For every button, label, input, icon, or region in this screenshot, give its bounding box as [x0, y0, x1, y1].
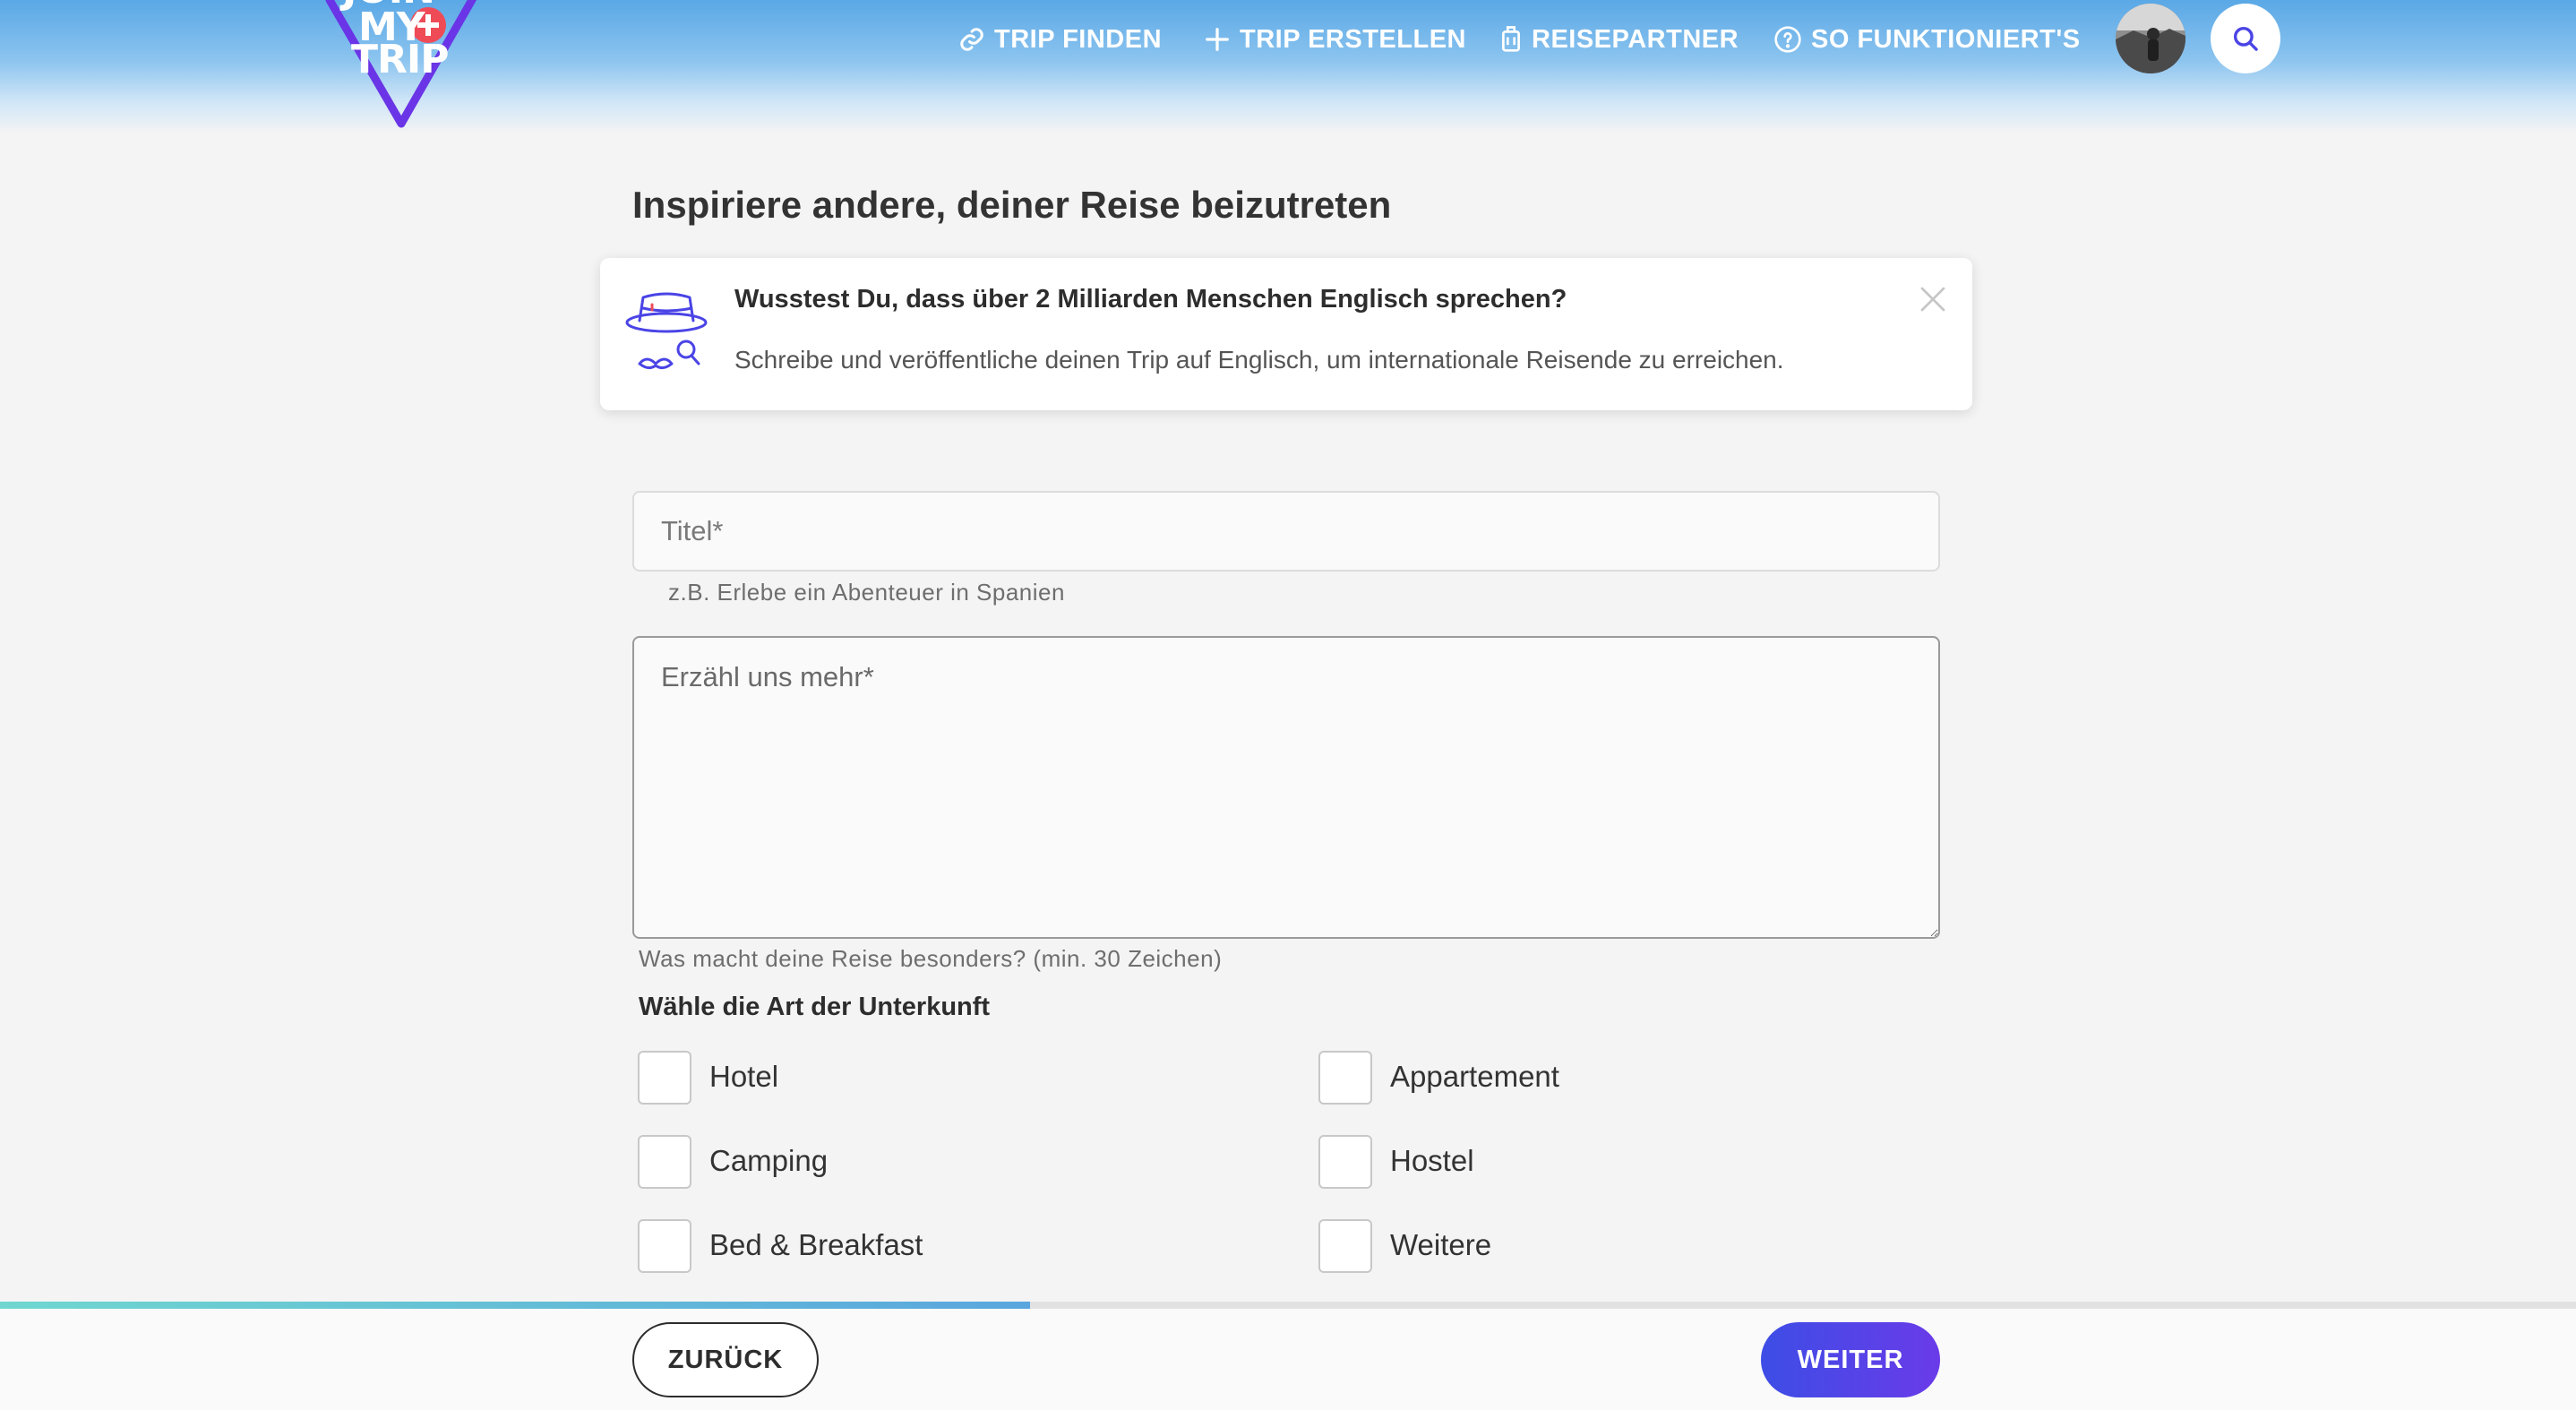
info-heading: Wusstest Du, dass über 2 Milliarden Mens… [734, 285, 1567, 314]
nav-trip-finden[interactable]: TRIP FINDEN [958, 16, 1162, 63]
checkbox-bed-breakfast-label[interactable]: Bed & Breakfast [709, 1228, 923, 1262]
info-body: Schreibe und veröffentliche deinen Trip … [734, 346, 1784, 374]
back-button[interactable]: ZURÜCK [632, 1322, 819, 1397]
description-textarea[interactable] [632, 636, 1940, 939]
checkbox-camping[interactable] [638, 1135, 691, 1189]
nav-so-funktionierts[interactable]: SO FUNKTIONIERT'S [1773, 16, 2081, 63]
plus-icon [1206, 28, 1229, 51]
info-card: Wusstest Du, dass über 2 Milliarden Mens… [600, 258, 1972, 410]
user-avatar[interactable] [2116, 4, 2185, 73]
checkbox-hotel[interactable] [638, 1051, 691, 1105]
next-button[interactable]: WEITER [1761, 1322, 1940, 1397]
nav-so-funktionierts-label: SO FUNKTIONIERT'S [1811, 24, 2081, 54]
checkbox-appartement-label[interactable]: Appartement [1390, 1060, 1559, 1094]
checkbox-bed-breakfast[interactable] [638, 1219, 691, 1273]
main-nav: TRIP FINDEN TRIP ERSTELLEN REISEPARTNER … [0, 16, 2576, 63]
footer-bar [0, 1309, 2576, 1410]
nav-reisepartner[interactable]: REISEPARTNER [1499, 16, 1739, 63]
help-icon [1774, 26, 1801, 53]
search-icon [2233, 26, 2258, 51]
avatar-photo [2116, 4, 2185, 73]
checkbox-hotel-label[interactable]: Hotel [709, 1060, 778, 1094]
nav-trip-erstellen[interactable]: TRIP ERSTELLEN [1204, 16, 1466, 63]
checkbox-appartement[interactable] [1318, 1051, 1372, 1105]
top-header: JOIN MY TRIP TRIP FINDEN TRIP ERSTELLEN … [0, 0, 2576, 134]
checkbox-camping-label[interactable]: Camping [709, 1144, 828, 1178]
checkbox-hostel[interactable] [1318, 1135, 1372, 1189]
title-hint: z.B. Erlebe ein Abenteuer in Spanien [668, 579, 1065, 606]
checkbox-weitere[interactable] [1318, 1219, 1372, 1273]
title-input[interactable] [632, 491, 1940, 572]
nav-reisepartner-label: REISEPARTNER [1532, 24, 1739, 54]
link-icon [960, 28, 983, 51]
page-title: Inspiriere andere, deiner Reise beizutre… [632, 184, 1392, 226]
accommodation-label: Wähle die Art der Unterkunft [639, 993, 991, 1021]
checkbox-weitere-label[interactable]: Weitere [1390, 1228, 1491, 1262]
close-icon[interactable] [1917, 283, 1949, 315]
luggage-icon [1502, 26, 1520, 52]
checkbox-hostel-label[interactable]: Hostel [1390, 1144, 1474, 1178]
description-hint: Was macht deine Reise besonders? (min. 3… [639, 945, 1223, 972]
detective-hat-icon [625, 292, 708, 370]
search-button[interactable] [2211, 4, 2280, 73]
progress-fill [0, 1302, 1031, 1309]
nav-trip-erstellen-label: TRIP ERSTELLEN [1240, 24, 1466, 54]
nav-trip-finden-label: TRIP FINDEN [994, 24, 1163, 54]
progress-bar [0, 1302, 2576, 1309]
